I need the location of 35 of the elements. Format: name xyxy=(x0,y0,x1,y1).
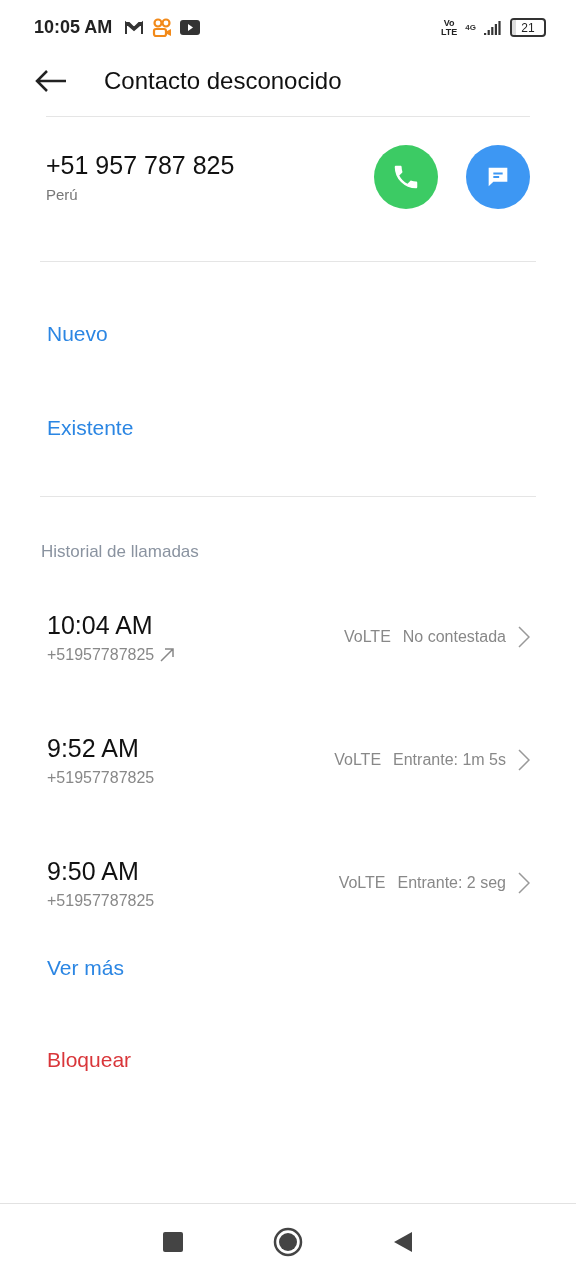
network-label: 4G xyxy=(465,23,476,32)
call-status: Entrante: 1m 5s xyxy=(393,751,506,769)
home-icon[interactable] xyxy=(273,1227,303,1257)
signal-icon xyxy=(484,20,502,35)
section-title: Historial de llamadas xyxy=(41,542,199,561)
add-contact-option[interactable]: Nuevo xyxy=(47,322,108,346)
battery-icon: 21 xyxy=(510,18,546,37)
country-label: Perú xyxy=(46,186,79,203)
mail-icon xyxy=(124,19,145,36)
recents-icon[interactable] xyxy=(163,1232,183,1252)
chevron-right-icon[interactable] xyxy=(518,749,530,771)
chevron-right-icon[interactable] xyxy=(518,872,530,894)
volte-label: Vo LTE xyxy=(441,18,458,37)
call-number: +51957787825 xyxy=(47,768,155,787)
call-number: +51957787825 xyxy=(47,891,155,910)
phone-number: +51 957 787 825 xyxy=(46,151,236,180)
call-status: No contestada xyxy=(402,628,506,646)
see-more-link[interactable]: Ver más xyxy=(47,956,125,980)
add-contact-option[interactable]: Existente xyxy=(47,416,134,440)
call-number: +51957787825 xyxy=(47,645,155,664)
call-time: 9:50 AM xyxy=(47,856,140,886)
call-time: 9:52 AM xyxy=(47,733,140,763)
call-network: VoLTE xyxy=(338,874,386,892)
status-time: 10:05 AM xyxy=(34,17,113,38)
page-title: Contacto desconocido xyxy=(104,67,342,95)
chevron-right-icon[interactable] xyxy=(518,626,530,648)
call-time: 10:04 AM xyxy=(47,610,154,640)
play-icon xyxy=(180,20,201,35)
back-icon[interactable] xyxy=(393,1231,413,1253)
video-camera-icon xyxy=(152,17,173,38)
call-network: VoLTE xyxy=(334,751,382,769)
back-arrow-icon[interactable] xyxy=(34,69,68,93)
call-status: Entrante: 2 seg xyxy=(397,874,506,892)
block-option[interactable]: Bloquear xyxy=(47,1048,132,1072)
call-network: VoLTE xyxy=(343,628,391,646)
